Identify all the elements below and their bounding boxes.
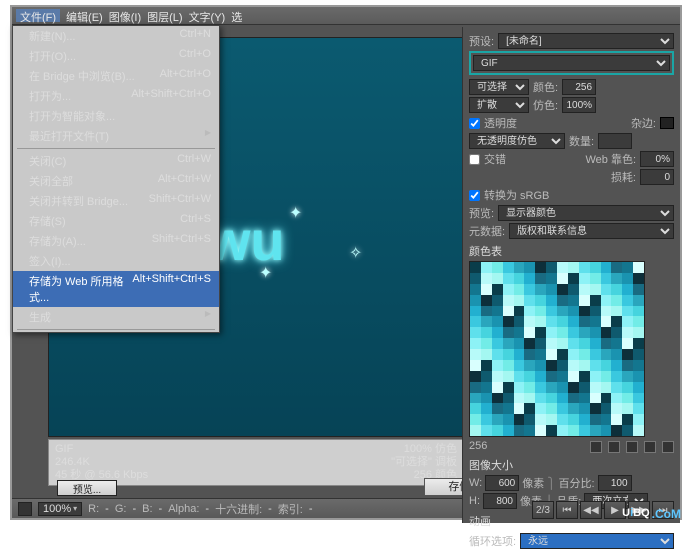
transparency-checkbox[interactable] (469, 118, 480, 129)
hand-tool-icon[interactable] (18, 502, 32, 516)
loop-label: 循环选项: (469, 533, 516, 549)
menu-file[interactable]: 文件(F) (16, 9, 60, 22)
websnap-input[interactable] (640, 151, 674, 167)
palette-tool-icon[interactable] (608, 441, 620, 453)
srgb-checkbox[interactable] (469, 190, 480, 201)
percent-label: 百分比: (559, 475, 595, 491)
menu-image[interactable]: 图像(I) (109, 9, 141, 22)
menu-item-checkin: 签入(I)... (13, 251, 219, 271)
frame-counter: 2/3 (532, 501, 554, 519)
percent-input[interactable] (598, 475, 632, 491)
menu-item-save-for-web[interactable]: 存储为 Web 所用格式...Alt+Shift+Ctrl+S (13, 271, 219, 307)
matte-swatch[interactable] (660, 117, 674, 129)
palette-tool-icon[interactable] (626, 441, 638, 453)
r-label: R: (88, 503, 99, 515)
dither-input[interactable] (562, 97, 596, 113)
palette-lock-icon[interactable] (644, 441, 656, 453)
dither-select[interactable]: 扩散 (469, 97, 529, 113)
preview-select[interactable]: 显示器颜色 (498, 205, 674, 221)
canvas-info: 100% 仿色 "可选择" 调板 256 颜色 GIF 246.4K 45 秒 … (48, 439, 464, 486)
file-menu-dropdown: 新建(N)...Ctrl+N 打开(O)...Ctrl+O 在 Bridge 中… (12, 25, 220, 333)
matte-label: 杂边: (631, 115, 656, 131)
menu-item-open-as[interactable]: 打开为...Alt+Shift+Ctrl+O (13, 86, 219, 106)
menu-select[interactable]: 选 (231, 9, 242, 22)
menu-item-recent[interactable]: 最近打开文件(T)▶ (13, 126, 219, 146)
g-label: G: (115, 503, 127, 515)
zoom-dropdown[interactable]: 100%▾ (38, 502, 82, 516)
menu-item-open[interactable]: 打开(O)...Ctrl+O (13, 46, 219, 66)
index-label: 索引: (278, 501, 303, 517)
preview-label: 预览: (469, 205, 494, 221)
palette-trash-icon[interactable] (662, 441, 674, 453)
metadata-label: 元数据: (469, 223, 505, 239)
width-label: W: (469, 477, 482, 489)
px-label: 像素 (522, 475, 544, 491)
sparkle-icon: ✦ (259, 263, 272, 283)
palette-tool-icon[interactable] (590, 441, 602, 453)
right-panel: 预设:[未命名] GIF 可选择 颜色: 扩散 仿色: 透明度 杂边: 无透明度… (462, 27, 680, 523)
bottom-bar: 100%▾ R:- G:- B:- Alpha:- 十六进制:- 索引:- (12, 498, 464, 518)
first-frame-button[interactable]: ⏮ (556, 501, 578, 519)
reduction-select[interactable]: 可选择 (469, 79, 529, 95)
menu-item-open-smart[interactable]: 打开为智能对象... (13, 106, 219, 126)
alpha-label: Alpha: (168, 503, 199, 515)
colors-input[interactable] (562, 79, 596, 95)
color-count: 256 (469, 440, 487, 452)
menu-item-close-bridge[interactable]: 关闭并转到 Bridge...Shift+Ctrl+W (13, 191, 219, 211)
interlace-label: 交错 (484, 151, 506, 167)
prev-frame-button[interactable]: ◀◀ (580, 501, 602, 519)
height-label: H: (469, 495, 480, 507)
colors-label: 颜色: (533, 79, 558, 95)
image-size-heading: 图像大小 (469, 457, 674, 473)
menu-bar: 文件(F) 编辑(E) 图像(I) 图层(L) 文字(Y) 选 (12, 7, 680, 25)
menu-edit[interactable]: 编辑(E) (66, 9, 103, 22)
metadata-select[interactable]: 版权和联系信息 (509, 223, 674, 239)
amount-input (598, 133, 632, 149)
sparkle-icon: ✧ (349, 243, 362, 263)
preview-button[interactable]: 预览... (57, 480, 117, 496)
height-input[interactable] (483, 493, 517, 509)
menu-item-new[interactable]: 新建(N)...Ctrl+N (13, 26, 219, 46)
hex-label: 十六进制: (215, 501, 262, 517)
menu-item-close[interactable]: 关闭(C)Ctrl+W (13, 151, 219, 171)
color-table-heading: 颜色表 (469, 243, 674, 259)
transparency-label: 透明度 (484, 115, 517, 131)
websnap-label: Web 靠色: (585, 151, 636, 167)
format-highlight-box: GIF (469, 51, 674, 75)
trans-dither-select[interactable]: 无透明度仿色 (469, 133, 565, 149)
interlace-checkbox[interactable] (469, 154, 480, 165)
menu-item-save[interactable]: 存储(S)Ctrl+S (13, 211, 219, 231)
srgb-label: 转换为 sRGB (484, 187, 549, 203)
amount-label: 数量: (569, 133, 594, 149)
menu-type[interactable]: 文字(Y) (189, 9, 226, 22)
preset-select[interactable]: [未命名] (498, 33, 674, 49)
watermark: UiBQ.CoM (622, 507, 681, 523)
dither-label: 仿色: (533, 97, 558, 113)
lossy-input[interactable] (640, 169, 674, 185)
info-dither: 100% 仿色 (391, 443, 457, 456)
menu-item-close-all[interactable]: 关闭全部Alt+Ctrl+W (13, 171, 219, 191)
menu-item-generate[interactable]: 生成▶ (13, 307, 219, 327)
menu-layer[interactable]: 图层(L) (147, 9, 182, 22)
width-input[interactable] (485, 475, 519, 491)
color-table[interactable] (469, 261, 645, 437)
format-select[interactable]: GIF (473, 55, 670, 71)
info-palette: "可选择" 调板 (391, 456, 457, 469)
preset-label: 预设: (469, 33, 494, 49)
lossy-label: 损耗: (611, 169, 636, 185)
menu-item-save-as[interactable]: 存储为(A)...Shift+Ctrl+S (13, 231, 219, 251)
b-label: B: (142, 503, 152, 515)
sparkle-icon: ✦ (289, 203, 302, 223)
menu-item-browse-bridge[interactable]: 在 Bridge 中浏览(B)...Alt+Ctrl+O (13, 66, 219, 86)
loop-select[interactable]: 永远 (520, 533, 674, 549)
